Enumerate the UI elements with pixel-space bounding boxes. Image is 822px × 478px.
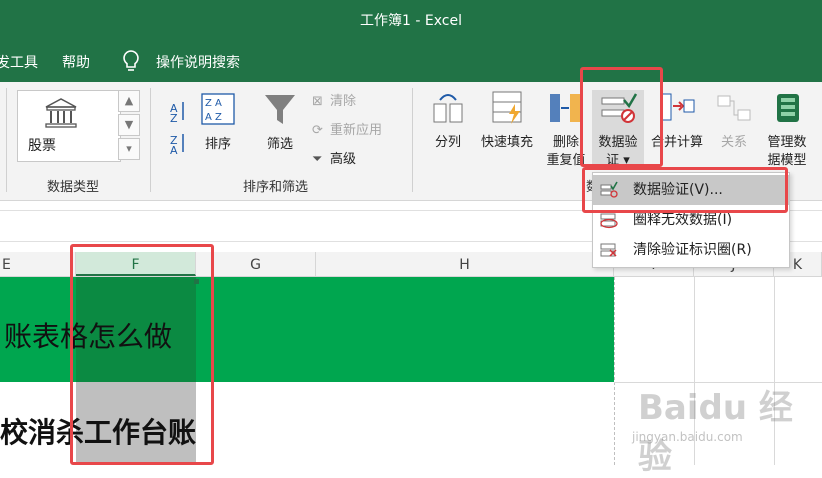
flash-fill-icon bbox=[492, 91, 522, 124]
svg-text:A Z: A Z bbox=[205, 112, 222, 123]
consolidate-icon bbox=[660, 93, 695, 121]
tab-developer[interactable]: 发工具 bbox=[0, 52, 38, 72]
text-to-columns-icon bbox=[433, 94, 463, 123]
sort-label: 排序 bbox=[204, 137, 231, 152]
reapply-icon: ⟳ bbox=[312, 123, 323, 138]
gallery-scroll: ▲ ▼ ▾ bbox=[118, 90, 140, 162]
circle-invalid-icon bbox=[600, 213, 618, 229]
data-types-gallery[interactable]: 股票 bbox=[17, 90, 121, 162]
stocks-data-type: 股票 bbox=[28, 138, 56, 154]
window-title: 工作簿1 - Excel bbox=[360, 13, 462, 29]
tell-me-search[interactable]: 操作说明搜索 bbox=[156, 52, 240, 72]
gallery-down-button[interactable]: ▼ bbox=[118, 114, 140, 136]
svg-text:A: A bbox=[170, 144, 178, 156]
column-header-h[interactable]: H bbox=[316, 252, 614, 276]
highlight-validation-button bbox=[580, 67, 663, 167]
filter-button[interactable]: 筛选 bbox=[260, 92, 300, 154]
sort-button[interactable]: Z A A Z 排序 bbox=[196, 92, 240, 154]
svg-text:Z: Z bbox=[170, 112, 178, 125]
title-bar: 工作簿1 - Excel bbox=[0, 0, 822, 40]
relationships-button[interactable]: 关系 bbox=[712, 90, 756, 152]
data-model-icon bbox=[777, 94, 799, 122]
highlight-column-f bbox=[70, 244, 214, 465]
reapply-button[interactable]: ⟳ 重新应用 bbox=[312, 119, 382, 138]
clear-filter-icon: ⊠ bbox=[312, 94, 323, 109]
advanced-filter-button[interactable]: ⏷ 高级 bbox=[312, 148, 356, 167]
group-label-sort-filter: 排序和筛选 bbox=[243, 180, 309, 195]
sort-icon: Z A A Z bbox=[201, 93, 235, 125]
filter-funnel-icon bbox=[265, 95, 295, 124]
relationships-icon bbox=[717, 95, 751, 121]
gallery-up-button[interactable]: ▲ bbox=[118, 90, 140, 112]
menu-bar: 发工具 帮助 操作说明搜索 bbox=[0, 40, 822, 82]
filter-label: 筛选 bbox=[266, 137, 293, 152]
clear-filter-button[interactable]: ⊠ 清除 bbox=[312, 90, 356, 109]
manage-data-model-button[interactable]: 管理数 据模型 bbox=[760, 90, 814, 170]
bank-icon bbox=[45, 98, 77, 128]
column-header-g[interactable]: G bbox=[196, 252, 316, 276]
advanced-filter-icon: ⏷ bbox=[312, 152, 323, 167]
baidu-watermark-url: jingyan.baidu.com bbox=[632, 430, 743, 444]
tab-help[interactable]: 帮助 bbox=[62, 52, 90, 72]
lightbulb-icon bbox=[123, 50, 139, 71]
flash-fill-button[interactable]: 快速填充 bbox=[474, 90, 540, 152]
gallery-more-button[interactable]: ▾ bbox=[118, 138, 140, 160]
menu-item-clear-circles[interactable]: 清除验证标识圈(R) bbox=[593, 235, 789, 265]
sort-az-icons[interactable]: A Z Z A bbox=[168, 96, 190, 156]
baidu-watermark: Baidu 经验 bbox=[638, 388, 793, 477]
svg-text:Z A: Z A bbox=[205, 98, 222, 109]
group-label-data-types: 数据类型 bbox=[47, 180, 100, 195]
clear-circles-icon bbox=[600, 243, 617, 257]
column-header-e[interactable]: E bbox=[0, 252, 76, 276]
highlight-validation-menu-item bbox=[582, 167, 788, 213]
text-to-columns-button[interactable]: 分列 bbox=[426, 90, 470, 152]
